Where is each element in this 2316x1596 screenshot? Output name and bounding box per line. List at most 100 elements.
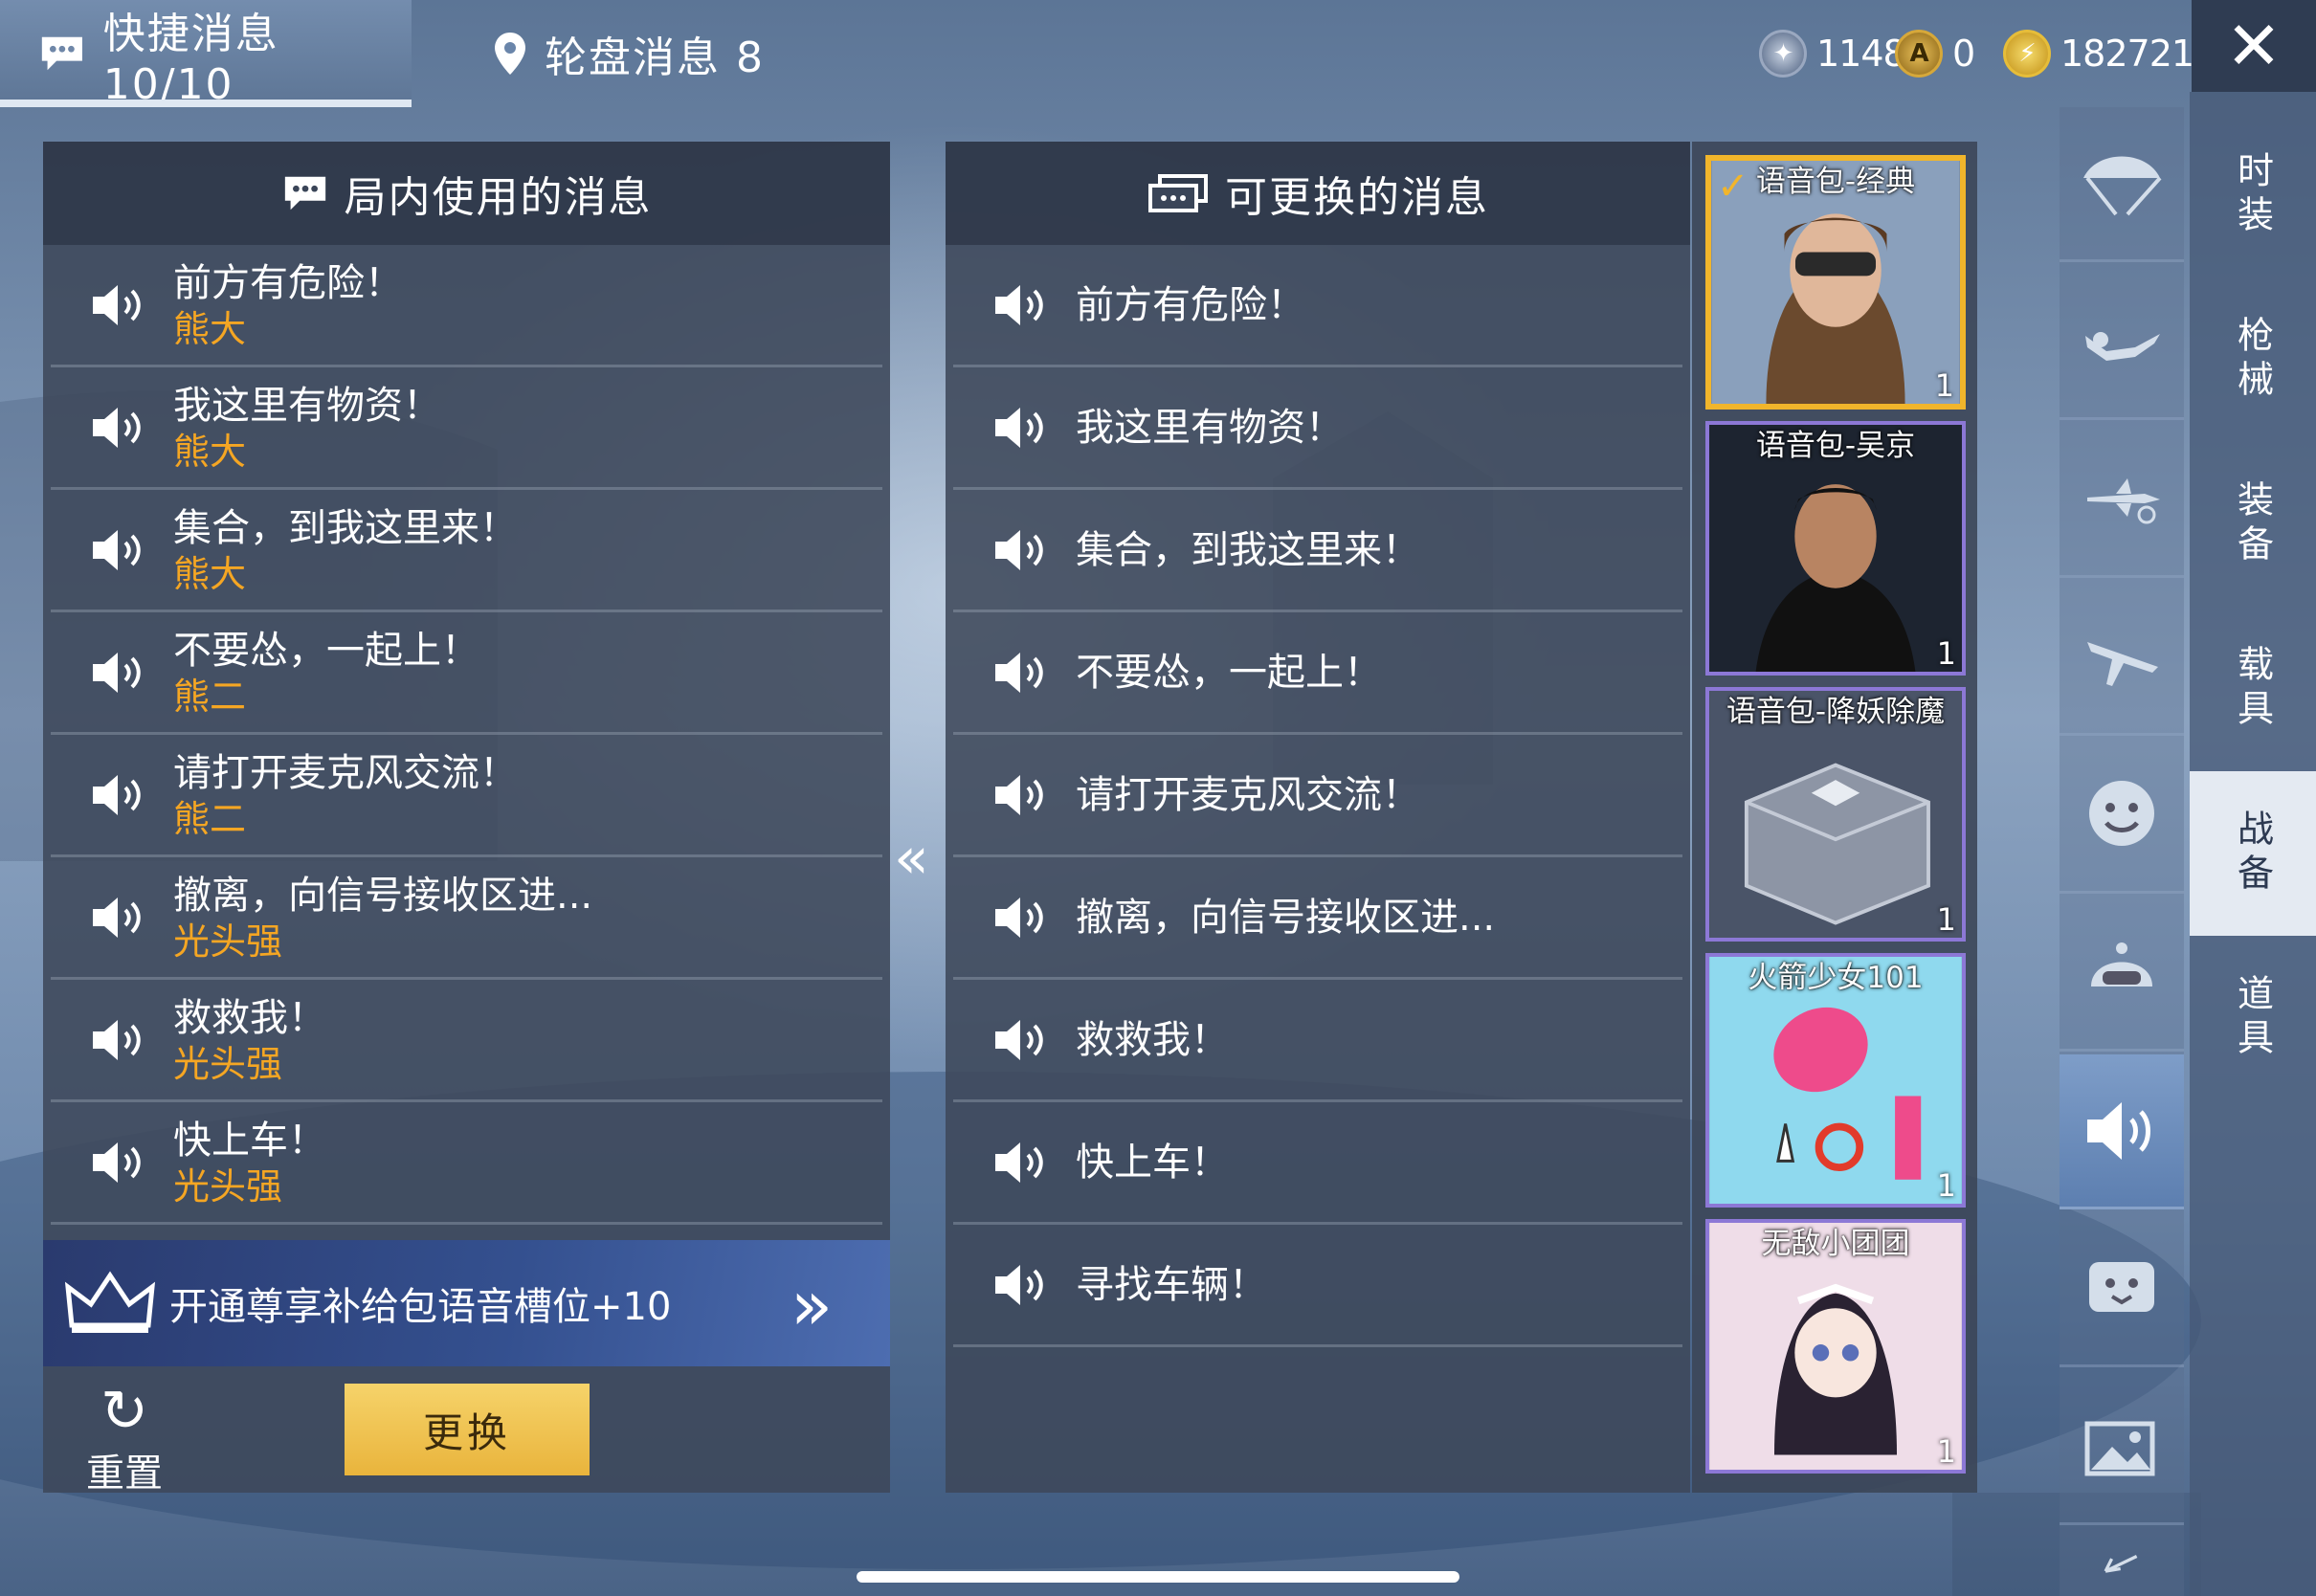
icon-cell-chat-face[interactable] <box>2060 1212 2184 1367</box>
tab-wheel-messages[interactable]: 轮盘消息 8 <box>493 0 765 107</box>
speaker-icon <box>93 652 141 693</box>
replaceable-message-row[interactable]: 寻找车辆！ <box>953 1225 1682 1347</box>
replaceable-message-row[interactable]: 不要怂，一起上！ <box>953 612 1682 735</box>
tab-quick-messages[interactable]: 快捷消息 10/10 <box>0 0 412 109</box>
category-vehicles[interactable]: 载具 <box>2190 607 2316 771</box>
replaceable-message-list: 前方有危险！ 我这里有物资！ 集合，到我这里来！ 不要怂，一起上！ 请打开麦克风交流！ 撤… <box>946 245 1690 1347</box>
icon-cell-parachute[interactable] <box>2060 107 2184 262</box>
in-game-message-row[interactable]: 请打开麦克风交流！ 熊二 <box>51 735 882 857</box>
category-guns[interactable]: 枪械 <box>2190 277 2316 442</box>
message-owner: 熊二 <box>173 675 247 718</box>
message-text: 请打开麦克风交流！ <box>1076 772 1420 817</box>
speaker-icon <box>995 1142 1043 1183</box>
message-texts: 寻找车辆！ <box>1076 1224 1267 1346</box>
in-game-message-row[interactable]: 前方有危险！ 熊大 <box>51 245 882 367</box>
in-game-message-row[interactable]: 集合，到我这里来！ 熊大 <box>51 490 882 612</box>
message-texts: 集合，到我这里来！ <box>1076 489 1420 611</box>
icon-cell-airplane[interactable] <box>2060 581 2184 736</box>
icon-cell-skydiver[interactable] <box>2060 265 2184 420</box>
category-label: 载具 <box>2231 645 2274 733</box>
replaceable-message-row[interactable]: 我这里有物资！ <box>953 367 1682 490</box>
icon-cell-photo[interactable] <box>2060 1370 2184 1525</box>
message-text: 集合，到我这里来！ <box>1076 527 1420 572</box>
close-button[interactable]: ✕ <box>2192 0 2316 92</box>
message-texts: 撤离，向信号接收区进... 光头强 <box>173 872 592 964</box>
photo-icon <box>2084 1421 2155 1475</box>
tab-wheel-label: 轮盘消息 8 <box>545 33 765 82</box>
category-props[interactable]: 道具 <box>2190 936 2316 1100</box>
replace-button[interactable]: 更换 <box>345 1384 590 1475</box>
pack-count: 1 <box>1936 1433 1956 1470</box>
selected-check-icon: ✓ <box>1717 165 1749 209</box>
currency-3: ⚡ 182721 <box>2003 17 2194 90</box>
category-label: 枪械 <box>2231 316 2274 404</box>
replaceable-message-row[interactable]: 救救我！ <box>953 980 1682 1102</box>
message-owner: 熊大 <box>173 552 247 595</box>
location-pin-icon <box>495 33 525 75</box>
crown-icon <box>64 1271 156 1333</box>
airplane-icon <box>2087 641 2158 686</box>
currency-2-value: 0 <box>1952 33 1975 75</box>
icon-cell-emote[interactable] <box>2060 739 2184 894</box>
message-text: 撤离，向信号接收区进... <box>173 873 593 918</box>
in-game-message-row[interactable]: 我这里有物资！ 熊大 <box>51 367 882 490</box>
message-texts: 前方有危险！ <box>1076 244 1305 366</box>
speaker-icon <box>93 897 141 938</box>
category-label: 战备 <box>2231 809 2274 898</box>
message-text: 救救我！ <box>173 995 326 1040</box>
category-equipment[interactable]: 装备 <box>2190 442 2316 607</box>
speaker-icon <box>93 407 141 448</box>
currency-2: A 0 <box>1895 17 1975 90</box>
vip-promo-text: 开通尊享补给包语音槽位+10 <box>169 1285 672 1329</box>
replaceable-message-row[interactable]: 前方有危险！ <box>953 245 1682 367</box>
category-label: 道具 <box>2231 974 2274 1062</box>
currency-1-value: 1148 <box>1816 33 1906 75</box>
in-game-message-list: 前方有危险！ 熊大 我这里有物资！ 熊大 集合，到我这里来！ 熊大 不要怂，一起上！ 熊二 请打… <box>43 245 890 1225</box>
message-text: 不要怂，一起上！ <box>173 628 479 673</box>
message-owner: 光头强 <box>173 1042 283 1085</box>
message-texts: 我这里有物资！ <box>1076 366 1344 489</box>
chat-bubble-icon <box>41 36 82 71</box>
left-panel-title: 局内使用的消息 <box>344 173 653 222</box>
double-chevron-left-icon[interactable]: « <box>894 825 929 892</box>
replaceable-message-row[interactable]: 撤离，向信号接收区进... <box>953 857 1682 980</box>
reset-button[interactable]: ↻ 重置 <box>72 1381 177 1497</box>
voice-pack-rocket-girls[interactable]: 火箭少女101 1 <box>1705 953 1966 1208</box>
speaker-icon <box>995 1019 1043 1060</box>
emote-face-icon <box>2089 780 2154 846</box>
category-tactical[interactable]: 战备 <box>2190 771 2316 936</box>
icon-cell-helmet[interactable] <box>2060 897 2184 1052</box>
icon-cell-plane-trail[interactable] <box>2060 423 2184 578</box>
vip-promo-banner[interactable]: 开通尊享补给包语音槽位+10 » <box>43 1240 890 1366</box>
message-texts: 请打开麦克风交流！ <box>1076 734 1420 856</box>
skydiver-icon <box>2085 331 2160 361</box>
message-texts: 快上车！ <box>1076 1101 1229 1224</box>
message-text: 寻找车辆！ <box>1076 1262 1267 1307</box>
message-texts: 我这里有物资！ 熊大 <box>173 382 441 474</box>
category-fashion[interactable]: 时装 <box>2190 113 2316 277</box>
replaceable-message-row[interactable]: 集合，到我这里来！ <box>953 490 1682 612</box>
category-label: 时装 <box>2231 151 2274 239</box>
icon-cell-voice[interactable] <box>2060 1054 2184 1209</box>
replaceable-message-row[interactable]: 请打开麦克风交流！ <box>953 735 1682 857</box>
in-game-message-row[interactable]: 不要怂，一起上！ 熊二 <box>51 612 882 735</box>
replaceable-message-row[interactable]: 快上车！ <box>953 1102 1682 1225</box>
voice-pack-tuantuan[interactable]: 无敌小团团 1 <box>1705 1219 1966 1474</box>
refresh-icon: ↻ <box>100 1378 149 1445</box>
icon-cell-back[interactable] <box>2060 1528 2184 1596</box>
home-indicator[interactable] <box>857 1571 1459 1583</box>
speaker-icon <box>995 284 1043 325</box>
in-game-message-row[interactable]: 撤离，向信号接收区进... 光头强 <box>51 857 882 980</box>
lightning-coin-icon: ⚡ <box>2003 30 2051 78</box>
voice-pack-classic[interactable]: ✓ 语音包-经典 1 <box>1705 155 1966 410</box>
item-type-icon-column <box>2060 107 2184 1596</box>
voice-pack-wujing[interactable]: 语音包-吴京 1 <box>1705 421 1966 676</box>
speaker-icon <box>93 1142 141 1183</box>
helmet-icon <box>2091 942 2152 986</box>
speaker-icon <box>995 407 1043 448</box>
tab-quick-label: 快捷消息 10/10 <box>102 9 279 109</box>
voice-pack-demon[interactable]: 语音包-降妖除魔 1 <box>1705 687 1966 942</box>
in-game-message-row[interactable]: 救救我！ 光头强 <box>51 980 882 1102</box>
message-owner: 熊大 <box>173 307 247 350</box>
in-game-message-row[interactable]: 快上车！ 光头强 <box>51 1102 882 1225</box>
